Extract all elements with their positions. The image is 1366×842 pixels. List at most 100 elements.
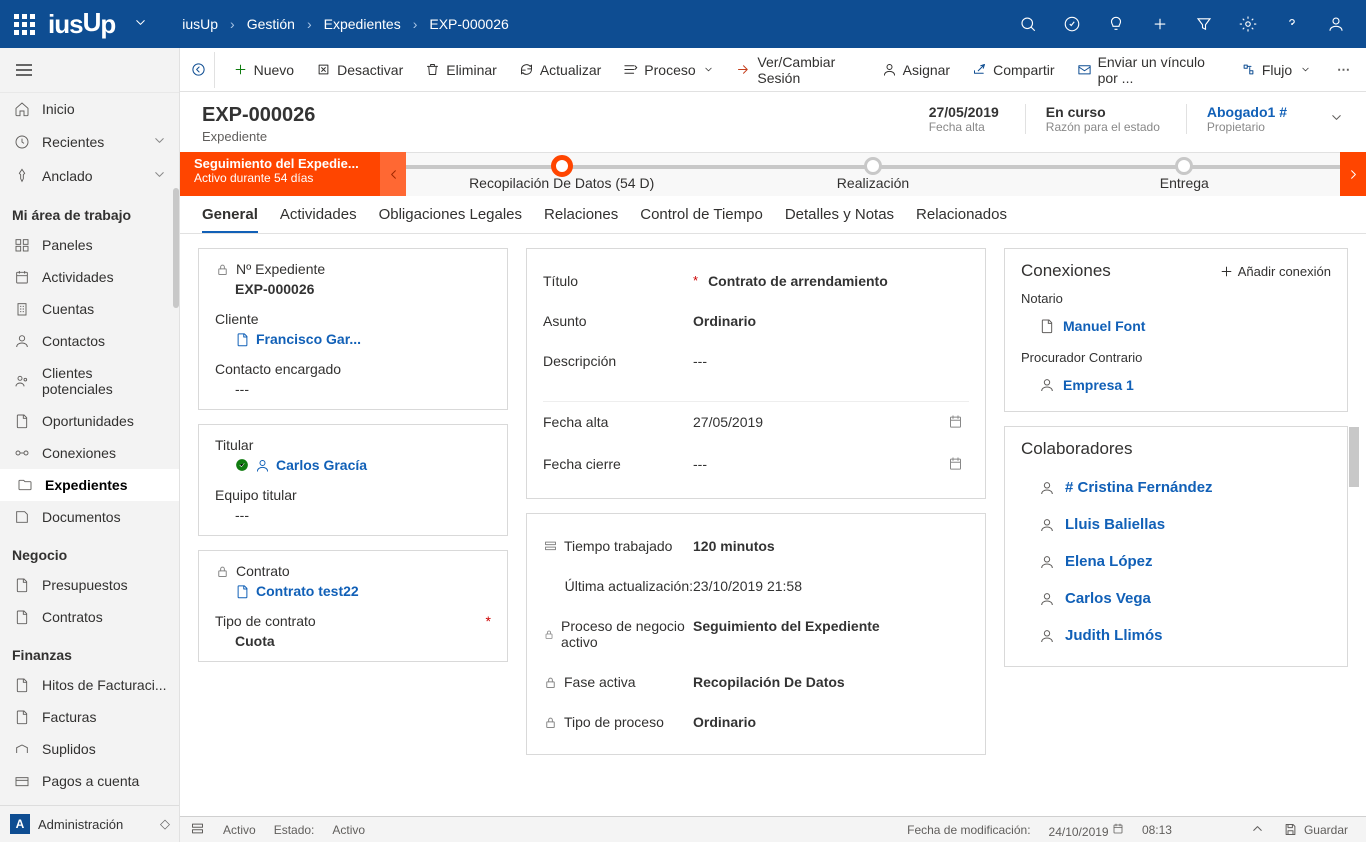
- nav-documentos[interactable]: Documentos: [0, 501, 179, 533]
- assistant-icon[interactable]: [1094, 0, 1138, 48]
- nav-cuentas[interactable]: Cuentas: [0, 293, 179, 325]
- settings-icon[interactable]: [1226, 0, 1270, 48]
- tab-relacionados[interactable]: Relacionados: [916, 206, 1007, 233]
- card-titular: TitularCarlos Gracía Equipo titular---: [198, 424, 508, 536]
- task-icon[interactable]: [1050, 0, 1094, 48]
- cmd-eliminar[interactable]: Eliminar: [415, 56, 507, 84]
- calendar-icon[interactable]: [948, 456, 963, 474]
- header-date-label: Fecha alta: [929, 120, 999, 134]
- cmd-sesion[interactable]: Ver/Cambiar Sesión: [726, 48, 869, 92]
- nav-oportunidades[interactable]: Oportunidades: [0, 405, 179, 437]
- field-equipo[interactable]: ---: [215, 507, 491, 523]
- nav-inicio[interactable]: Inicio: [0, 93, 179, 125]
- nav-actividades[interactable]: Actividades: [0, 261, 179, 293]
- status-toggle-icon[interactable]: [190, 821, 205, 839]
- field-descripcion[interactable]: ---: [693, 353, 969, 369]
- back-button[interactable]: [184, 52, 215, 88]
- tab-relaciones[interactable]: Relaciones: [544, 206, 618, 233]
- field-contrato[interactable]: Contrato test22: [215, 583, 491, 599]
- nav-pagos[interactable]: Pagos a cuenta: [0, 765, 179, 797]
- field-tipo-proceso: Ordinario: [693, 714, 969, 730]
- tab-actividades[interactable]: Actividades: [280, 206, 357, 233]
- card-expediente: Nº ExpedienteEXP-000026 ClienteFrancisco…: [198, 248, 508, 410]
- header-expand[interactable]: [1329, 110, 1344, 128]
- card-contrato: ContratoContrato test22 Tipo de contrato…: [198, 550, 508, 662]
- header-owner-value[interactable]: Abogado1 #: [1207, 104, 1287, 120]
- nav-presupuestos[interactable]: Presupuestos: [0, 569, 179, 601]
- nav-section-finanzas: Finanzas: [0, 633, 179, 669]
- nav-paneles[interactable]: Paneles: [0, 229, 179, 261]
- nav-contratos[interactable]: Contratos: [0, 601, 179, 633]
- conn-procurador[interactable]: Empresa 1: [1021, 371, 1331, 399]
- field-proceso: Seguimiento del Expediente: [693, 618, 969, 634]
- add-connection-button[interactable]: Añadir conexión: [1219, 264, 1331, 279]
- cmd-proceso[interactable]: Proceso: [613, 56, 724, 84]
- breadcrumb-item[interactable]: Expedientes: [324, 16, 401, 32]
- collab-item[interactable]: Elena López: [1021, 543, 1331, 580]
- status-bar: Activo Estado: Activo Fecha de modificac…: [180, 816, 1366, 842]
- nav-anclado[interactable]: Anclado: [0, 159, 179, 193]
- area-switcher[interactable]: A Administración ◇: [0, 805, 180, 842]
- tab-obligaciones[interactable]: Obligaciones Legales: [379, 206, 522, 233]
- sidebar-scrollbar[interactable]: [173, 188, 179, 308]
- field-num-expediente[interactable]: EXP-000026: [215, 281, 491, 297]
- bpf-stage-2[interactable]: Realización: [717, 153, 1028, 196]
- user-icon[interactable]: [1314, 0, 1358, 48]
- field-asunto[interactable]: Ordinario: [693, 313, 969, 329]
- field-contacto[interactable]: ---: [215, 381, 491, 397]
- tab-detalles[interactable]: Detalles y Notas: [785, 206, 894, 233]
- bpf-stage-3[interactable]: Entrega: [1029, 153, 1340, 196]
- save-button[interactable]: Guardar: [1283, 822, 1348, 837]
- collab-item[interactable]: Carlos Vega: [1021, 580, 1331, 617]
- bpf-stage-1[interactable]: Recopilación De Datos (54 D): [406, 153, 717, 196]
- cmd-asignar[interactable]: Asignar: [872, 56, 960, 84]
- filter-icon[interactable]: [1182, 0, 1226, 48]
- sidebar-toggle[interactable]: [0, 48, 179, 93]
- cmd-flujo[interactable]: Flujo: [1231, 56, 1321, 84]
- breadcrumb-item[interactable]: Gestión: [247, 16, 295, 32]
- env-switcher[interactable]: [133, 15, 148, 33]
- cmd-overflow[interactable]: ⋯: [1327, 56, 1362, 84]
- collab-item[interactable]: # Cristina Fernández: [1021, 469, 1331, 506]
- field-fecha-alta[interactable]: 27/05/2019: [693, 414, 948, 430]
- field-titular[interactable]: Carlos Gracía: [215, 457, 491, 473]
- nav-recientes[interactable]: Recientes: [0, 125, 179, 159]
- cmd-nuevo[interactable]: Nuevo: [223, 56, 304, 84]
- calendar-icon[interactable]: [948, 414, 963, 432]
- collab-scrollbar[interactable]: [1349, 427, 1359, 487]
- bpf-active-stage[interactable]: Seguimiento del Expedie... Activo durant…: [180, 152, 380, 196]
- cmd-enviar-vinculo[interactable]: Enviar un vínculo por ...: [1067, 48, 1229, 92]
- nav-contactos[interactable]: Contactos: [0, 325, 179, 357]
- command-bar: Nuevo Desactivar Eliminar Actualizar Pro…: [180, 48, 1366, 92]
- search-icon[interactable]: [1006, 0, 1050, 48]
- nav-suplidos[interactable]: Suplidos: [0, 733, 179, 765]
- main-area: Nuevo Desactivar Eliminar Actualizar Pro…: [180, 48, 1366, 842]
- nav-conexiones[interactable]: Conexiones: [0, 437, 179, 469]
- header-status-value: En curso: [1046, 104, 1160, 120]
- nav-facturas[interactable]: Facturas: [0, 701, 179, 733]
- help-icon[interactable]: [1270, 0, 1314, 48]
- conn-notario[interactable]: Manuel Font: [1021, 312, 1331, 340]
- collab-item[interactable]: Lluis Baliellas: [1021, 506, 1331, 543]
- breadcrumb-item[interactable]: iusUp: [182, 16, 218, 32]
- add-icon[interactable]: [1138, 0, 1182, 48]
- collab-item[interactable]: Judith Llimós: [1021, 617, 1331, 654]
- tab-control-tiempo[interactable]: Control de Tiempo: [640, 206, 763, 233]
- tab-general[interactable]: General: [202, 206, 258, 233]
- field-cliente[interactable]: Francisco Gar...: [215, 331, 491, 347]
- card-conexiones: ConexionesAñadir conexión Notario Manuel…: [1004, 248, 1348, 412]
- bpf-prev[interactable]: [380, 152, 406, 196]
- status-expand[interactable]: [1250, 821, 1265, 839]
- app-launcher-icon[interactable]: [12, 12, 36, 36]
- cmd-compartir[interactable]: Compartir: [962, 56, 1064, 84]
- cmd-desactivar[interactable]: Desactivar: [306, 56, 413, 84]
- nav-clientes-potenciales[interactable]: Clientes potenciales: [0, 357, 179, 405]
- conn-notario-label: Notario: [1021, 291, 1331, 306]
- field-fecha-cierre[interactable]: ---: [693, 456, 948, 472]
- bpf-next[interactable]: [1340, 152, 1366, 196]
- field-titulo[interactable]: Contrato de arrendamiento: [708, 273, 969, 289]
- cmd-actualizar[interactable]: Actualizar: [509, 56, 611, 84]
- nav-hitos[interactable]: Hitos de Facturaci...: [0, 669, 179, 701]
- field-tipo-contrato[interactable]: Cuota: [215, 633, 491, 649]
- nav-expedientes[interactable]: Expedientes: [0, 469, 179, 501]
